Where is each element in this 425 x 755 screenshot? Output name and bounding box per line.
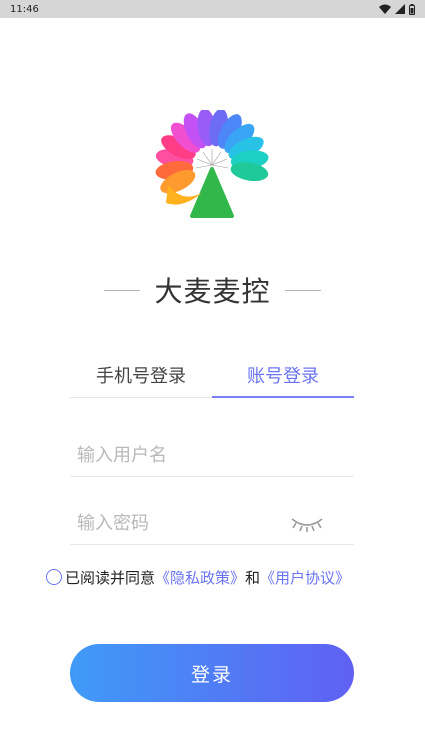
username-input[interactable] (70, 445, 354, 466)
brand-divider-left (104, 289, 141, 291)
tab-phone-login[interactable]: 手机号登录 (70, 352, 212, 397)
privacy-policy-link[interactable]: 《隐私政策》 (155, 567, 245, 588)
agreement-checkbox[interactable] (46, 569, 62, 585)
user-agreement-link[interactable]: 《用户协议》 (260, 567, 350, 588)
eye-closed-icon[interactable] (290, 515, 324, 533)
status-icons (379, 3, 415, 15)
app-title: 大麦麦控 (154, 275, 271, 308)
username-field-container (70, 435, 354, 477)
signal-icon (395, 4, 405, 14)
password-field-container (70, 503, 354, 545)
tab-account-login[interactable]: 账号登录 (212, 352, 354, 398)
brand-header: 大麦麦控 (0, 270, 425, 310)
agreement-prefix: 已阅读并同意 (65, 568, 156, 587)
agreement-conjunction: 和 (245, 568, 261, 587)
app-logo (155, 110, 269, 218)
battery-icon (409, 3, 415, 15)
status-bar: 11:46 (0, 0, 425, 18)
brand-divider-right (284, 289, 321, 291)
status-time: 11:46 (10, 3, 39, 15)
agreement-row: 已阅读并同意 《隐私政策》 和 《用户协议》 (46, 566, 350, 588)
login-tabs: 手机号登录 账号登录 (70, 352, 354, 398)
wifi-icon (379, 4, 391, 14)
login-button[interactable]: 登录 (70, 644, 354, 702)
